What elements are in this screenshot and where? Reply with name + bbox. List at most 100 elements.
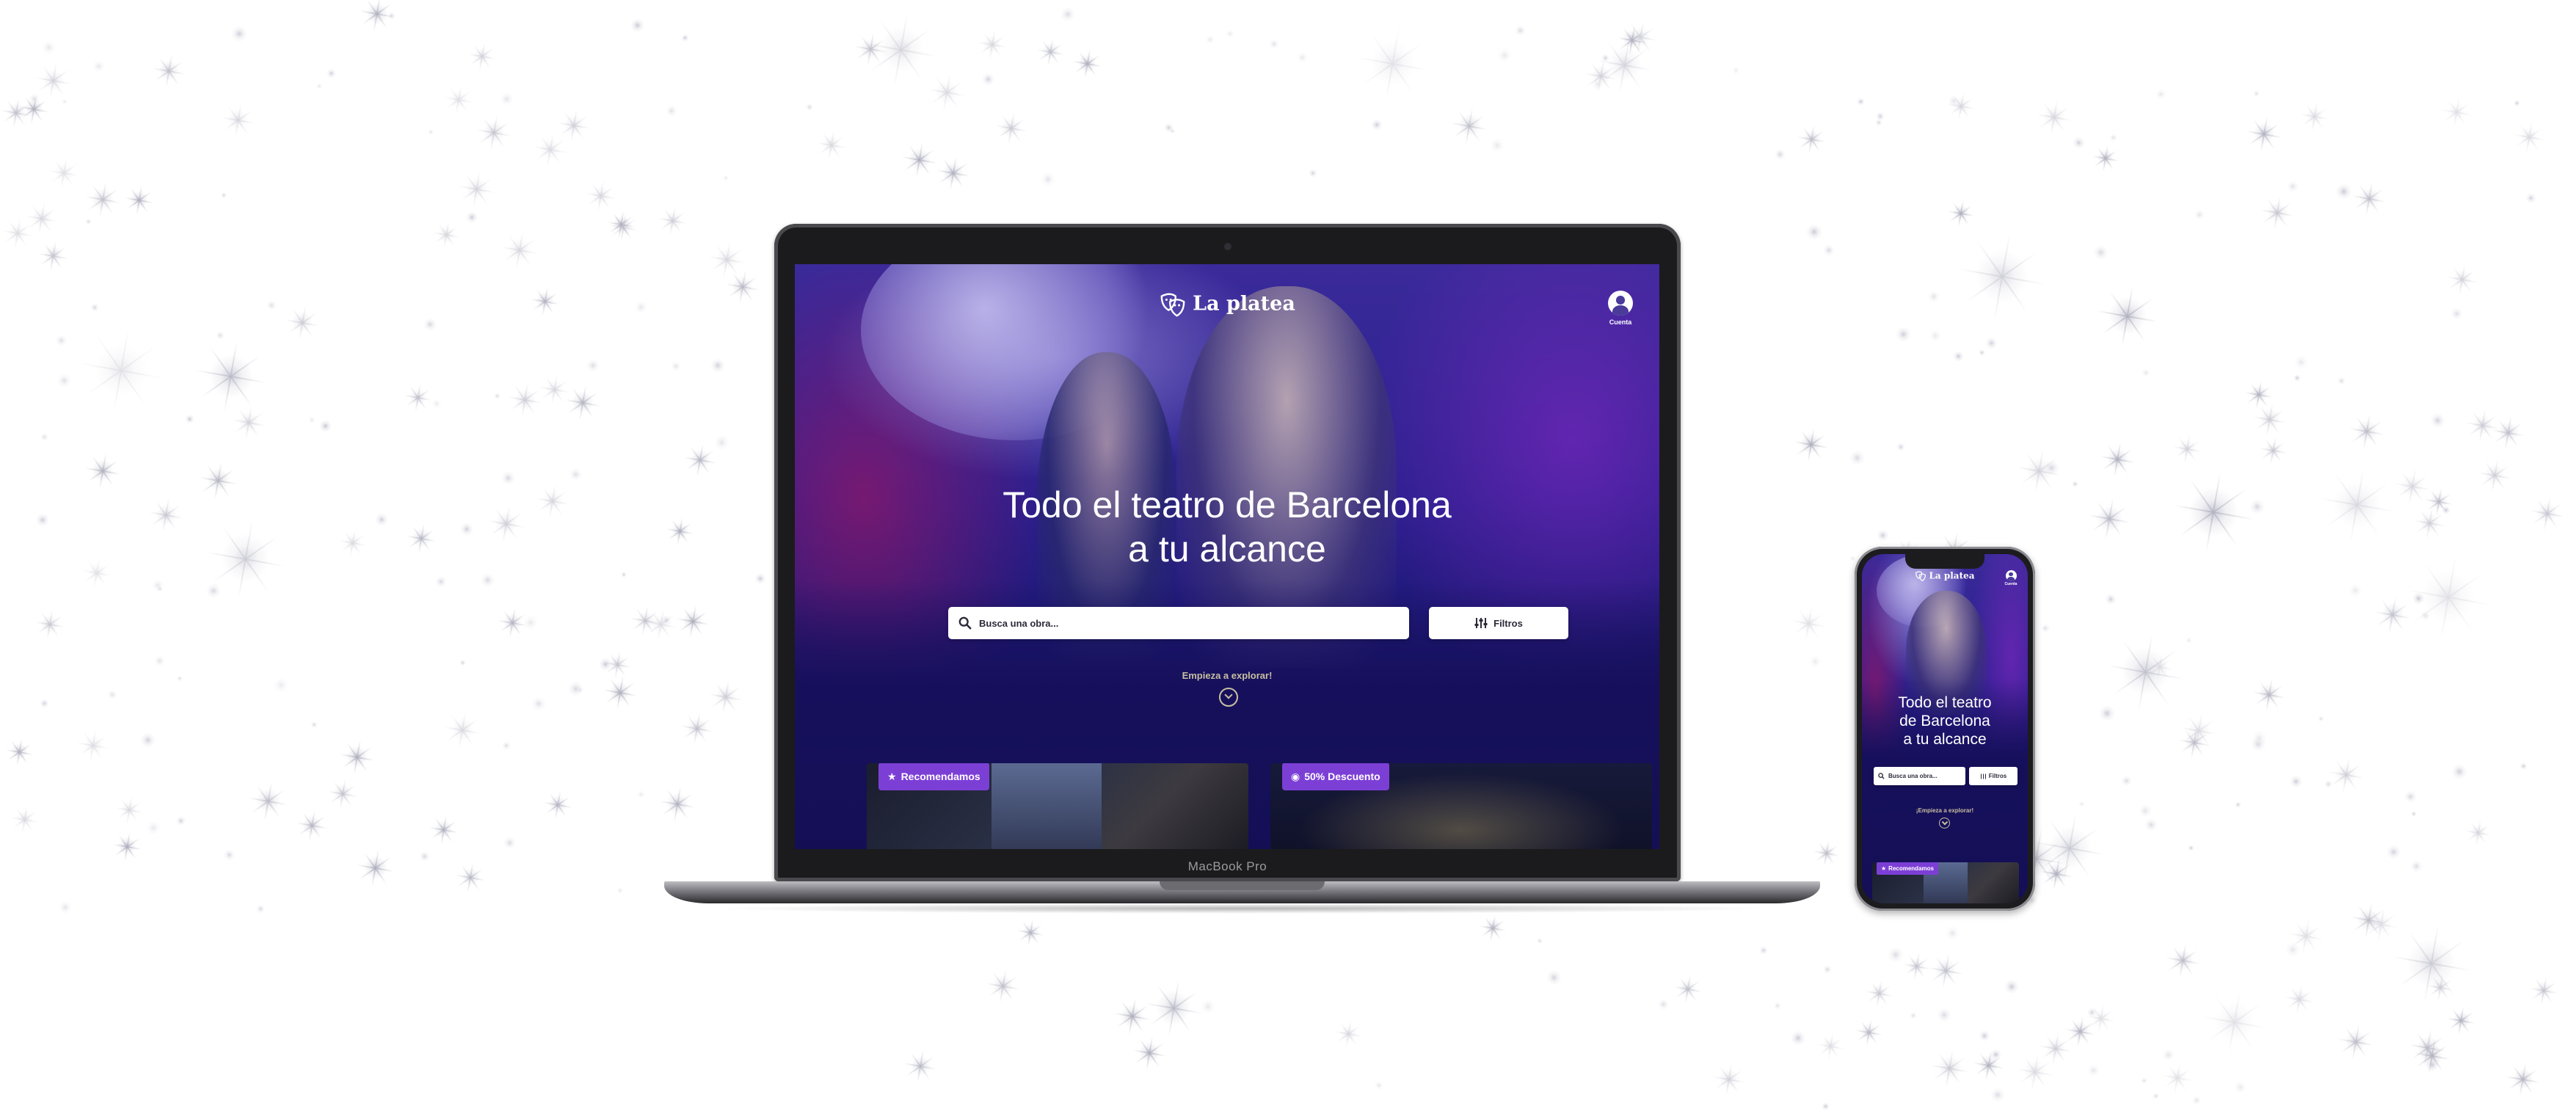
sparkle-decoration [357, 849, 394, 887]
sparkle-decoration [986, 969, 1019, 1003]
search-icon [1878, 773, 1885, 779]
sparkle-decoration [928, 74, 966, 112]
sparkle-decoration [533, 133, 567, 167]
sparkle-decoration [2246, 116, 2282, 152]
sparkle-decoration [1201, 999, 1215, 1014]
sparkle-decoration [2450, 307, 2463, 321]
sparkle-decoration [1584, 59, 1618, 93]
search-input[interactable]: Busca una obra... [1874, 767, 1965, 785]
laptop-mockup: MacBook Pro La platea Cuenta Todo el tea… [664, 224, 1820, 914]
sparkle-decoration [2348, 583, 2363, 598]
filters-button[interactable]: Filtros [1429, 607, 1568, 639]
sparkle-decoration [419, 851, 430, 862]
theatre-masks-icon [1160, 293, 1185, 317]
sparkle-decoration [2441, 506, 2451, 514]
sparkle-decoration [387, 12, 396, 21]
sparkle-decoration [1163, 123, 1174, 133]
account-button[interactable]: Cuenta [1602, 291, 1639, 326]
sparkle-decoration [493, 392, 501, 400]
card-descuento[interactable]: ◉ 50% Descuento [1270, 763, 1652, 849]
star-icon: ★ [1881, 865, 1887, 872]
sparkle-decoration [195, 341, 266, 412]
sparkle-decoration [435, 575, 447, 588]
sparkle-decoration [115, 796, 143, 823]
explore-link[interactable]: ¡Empieza a explorar! [1862, 807, 2028, 814]
sparkle-decoration [2337, 1024, 2373, 1060]
sparkle-decoration [1813, 840, 1840, 867]
sparkle-decoration [2260, 437, 2287, 465]
sparkle-decoration [2328, 757, 2364, 793]
sparkle-decoration [85, 453, 121, 489]
sparkle-decoration [1937, 1007, 1952, 1023]
sparkle-decoration [1849, 450, 1866, 466]
sparkle-decoration [2, 218, 33, 249]
sparkle-decoration [1929, 330, 1942, 342]
sparkle-decoration [2284, 984, 2314, 1014]
search-input[interactable]: Busca una obra... [948, 607, 1409, 639]
sparkle-decoration [185, 414, 195, 424]
sparkle-decoration [2140, 1077, 2147, 1085]
card-recomendamos[interactable]: ★ Recomendamos [867, 763, 1248, 849]
sparkle-decoration [1296, 52, 1308, 64]
sparkle-decoration [2121, 775, 2132, 786]
sparkle-decoration [274, 677, 289, 693]
account-button[interactable]: Cuenta [2000, 570, 2022, 586]
laptop-screen: La platea Cuenta Todo el teatro de Barce… [795, 264, 1659, 849]
sparkle-decoration [2430, 412, 2446, 429]
sparkle-decoration [1309, 169, 1318, 178]
hero-headline: Todo el teatro de Barcelona a tu alcance [795, 483, 1659, 571]
sparkle-decoration [723, 175, 729, 181]
sparkle-decoration [1356, 28, 1429, 101]
sparkle-decoration [1896, 442, 1905, 452]
sparkle-decoration [285, 305, 319, 340]
brand-logo[interactable]: La platea [795, 291, 1659, 318]
card-recomendamos[interactable]: ★ Recomendamos [1872, 862, 2019, 903]
sparkle-decoration [1713, 1063, 1745, 1096]
explore-link[interactable]: Empieza a explorar! [795, 670, 1659, 681]
sparkle-decoration [82, 558, 112, 588]
sparkle-decoration [2374, 597, 2411, 633]
sparkle-decoration [666, 105, 678, 117]
sparkle-decoration [459, 659, 466, 666]
sparkle-decoration [616, 887, 624, 895]
sparkle-decoration [2144, 818, 2158, 832]
sparkle-decoration [2172, 434, 2201, 463]
sparkle-decoration [2016, 1054, 2053, 1091]
sparkle-decoration [1816, 1033, 1844, 1060]
sparkle-decoration [77, 729, 109, 762]
sparkle-decoration [2349, 414, 2384, 449]
sparkle-decoration [432, 398, 442, 409]
sparkle-decoration [1927, 291, 1940, 303]
sparkle-decoration [5, 738, 33, 766]
sparkle-decoration [2086, 1004, 2116, 1033]
sparkle-decoration [2153, 1093, 2159, 1099]
badge-label: Recomendamos [900, 771, 980, 782]
chevron-down-icon[interactable] [1219, 688, 1238, 707]
sparkle-decoration [2394, 468, 2431, 505]
sparkle-decoration [1037, 38, 1064, 65]
sparkle-decoration [1877, 528, 1890, 542]
laptop-hinge-notch [1160, 881, 1325, 890]
hero-headline-line3: a tu alcance [1903, 731, 1987, 748]
sparkle-decoration [2191, 1096, 2202, 1105]
sparkle-decoration [498, 608, 528, 638]
sparkle-decoration [1268, 39, 1279, 50]
sparkle-decoration [177, 675, 183, 682]
sparkle-decoration [2447, 264, 2478, 295]
sparkle-decoration [1855, 1019, 1882, 1046]
sparkle-decoration [480, 572, 495, 587]
sparkle-decoration [2442, 98, 2472, 128]
sparkle-decoration [1546, 969, 1562, 986]
sparkle-decoration [2406, 555, 2491, 640]
sparkle-decoration [2064, 1016, 2095, 1047]
filters-button[interactable]: Filtros [1969, 767, 2017, 785]
sparkle-decoration [125, 186, 154, 215]
sparkle-decoration [2253, 403, 2287, 436]
sparkle-decoration [2037, 100, 2072, 136]
sparkle-decoration [149, 498, 183, 533]
chevron-down-icon[interactable] [1939, 818, 1950, 829]
sparkle-decoration [433, 222, 460, 249]
sparkle-decoration [2040, 1033, 2073, 1066]
sparkle-decoration [404, 384, 432, 412]
sparkle-decoration [1480, 914, 1507, 942]
